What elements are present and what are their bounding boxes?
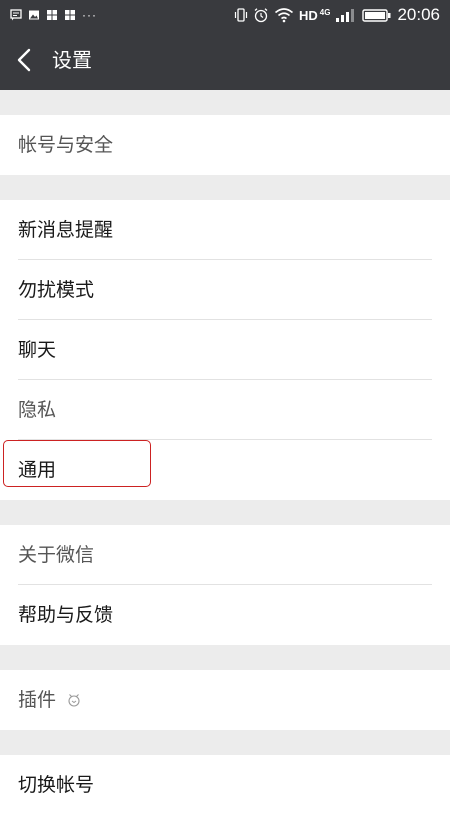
plugin-icon [68,694,80,707]
settings-item-about-wechat[interactable]: 关于微信 [0,525,450,585]
back-arrow-icon[interactable] [10,44,42,76]
settings-item-do-not-disturb[interactable]: 勿扰模式 [0,260,450,320]
system-icons: HD 4G 20:06 [234,5,440,25]
signal-icon [336,9,355,22]
settings-item-label: 隐私 [18,399,57,421]
more-notifications: ··· [82,8,97,22]
settings-item-new-message-alerts[interactable]: 新消息提醒 [0,200,450,260]
settings-item-general[interactable]: 通用 [0,440,450,500]
network-type: HD 4G [299,7,331,23]
app-icon [65,10,75,20]
settings-item-label: 帮助与反馈 [18,604,114,626]
settings-item-chats[interactable]: 聊天 [0,320,450,380]
settings-group-switch: 切换帐号 [0,755,450,815]
settings-item-label: 聊天 [18,339,57,361]
settings-item-privacy[interactable]: 隐私 [0,380,450,440]
settings-item-help-feedback[interactable]: 帮助与反馈 [0,585,450,645]
settings-item-label: 帐号与安全 [18,134,114,156]
settings-item-plugins[interactable]: 插件 [0,670,450,730]
page-title: 设置 [52,48,92,72]
alarm-icon [254,8,268,23]
settings-group-main: 新消息提醒 勿扰模式 聊天 隐私 通用 [0,200,450,500]
settings-group-plugins: 插件 [0,670,450,730]
settings-item-label: 切换帐号 [18,774,95,796]
settings-item-label: 通用 [18,459,57,481]
settings-item-label: 新消息提醒 [18,219,114,241]
settings-item-label: 勿扰模式 [18,279,95,301]
settings-item-label: 关于微信 [18,544,95,566]
image-icon [29,10,39,20]
header-bar: 设置 [0,30,450,90]
settings-item-label: 插件 [18,689,57,711]
settings-group-account: 帐号与安全 [0,115,450,175]
app-icon [47,10,57,20]
settings-group-about: 关于微信 帮助与反馈 [0,525,450,645]
settings-item-switch-account[interactable]: 切换帐号 [0,755,450,815]
wifi-icon [274,8,294,23]
message-icon [10,9,22,21]
battery-icon [362,9,391,22]
vibrate-icon [234,8,248,22]
status-bar: ··· HD 4G 20:06 [0,0,450,30]
settings-item-account-security[interactable]: 帐号与安全 [0,115,450,175]
clock: 20:06 [397,5,440,24]
notification-icons: ··· [10,6,97,24]
